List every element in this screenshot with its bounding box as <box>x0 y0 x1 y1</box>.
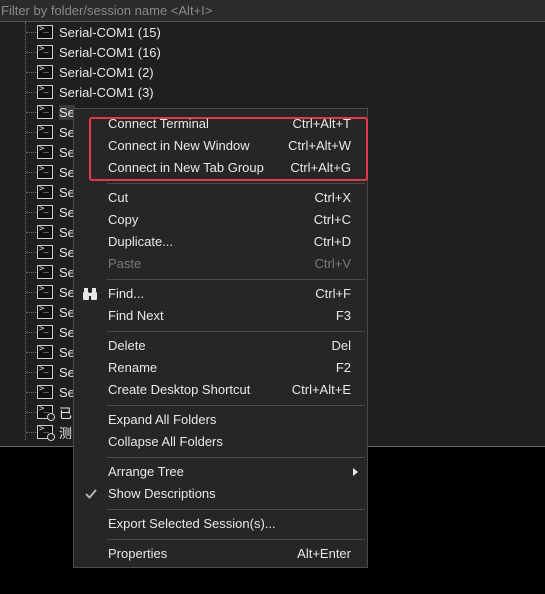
terminal-icon <box>37 184 53 199</box>
tree-item[interactable]: Se <box>26 262 75 282</box>
terminal-icon <box>37 64 53 79</box>
terminal-icon <box>37 344 53 359</box>
tree-item-selected[interactable]: Se <box>26 102 75 122</box>
terminal-icon <box>37 144 53 159</box>
submenu-arrow-icon <box>353 468 358 476</box>
menu-separator <box>107 539 365 540</box>
menu-item-show-descriptions[interactable]: Show Descriptions <box>74 484 367 504</box>
terminal-icon <box>37 324 53 339</box>
menu-item-arrange-tree[interactable]: Arrange Tree <box>74 462 367 482</box>
binoculars-icon <box>83 288 97 300</box>
tree-item[interactable]: Serial-COM1 (15) <box>26 22 161 42</box>
menu-separator <box>107 509 365 510</box>
tree-item[interactable]: Se <box>26 142 75 162</box>
terminal-settings-icon <box>37 404 55 421</box>
menu-separator <box>107 279 365 280</box>
checkmark-icon <box>85 489 97 499</box>
terminal-icon <box>37 364 53 379</box>
menu-separator <box>107 405 365 406</box>
tree-item[interactable]: Serial-COM1 (3) <box>26 82 154 102</box>
tree-item[interactable]: Se <box>26 222 75 242</box>
filter-input[interactable]: Filter by folder/session name <Alt+I> <box>0 0 545 22</box>
terminal-icon <box>37 84 53 99</box>
tree-item[interactable]: Se <box>26 282 75 302</box>
menu-item-create-desktop-shortcut[interactable]: Create Desktop Shortcut Ctrl+Alt+E <box>74 380 367 400</box>
tree-item[interactable]: Se <box>26 202 75 222</box>
terminal-icon <box>37 284 53 299</box>
menu-item-connect-new-window[interactable]: Connect in New Window Ctrl+Alt+W <box>74 136 367 156</box>
tree-item[interactable]: Se <box>26 382 75 402</box>
menu-item-cut[interactable]: Cut Ctrl+X <box>74 188 367 208</box>
menu-item-copy[interactable]: Copy Ctrl+C <box>74 210 367 230</box>
tree-item[interactable]: Se <box>26 182 75 202</box>
terminal-icon <box>37 24 53 39</box>
menu-item-rename[interactable]: Rename F2 <box>74 358 367 378</box>
terminal-icon <box>37 304 53 319</box>
tree-item[interactable]: Se <box>26 362 75 382</box>
menu-item-connect-terminal[interactable]: Connect Terminal Ctrl+Alt+T <box>74 114 367 134</box>
terminal-icon <box>37 164 53 179</box>
menu-item-collapse-all[interactable]: Collapse All Folders <box>74 432 367 452</box>
terminal-icon <box>37 204 53 219</box>
terminal-icon <box>37 384 53 399</box>
tree-item[interactable]: 测 <box>26 422 72 442</box>
terminal-icon <box>37 264 53 279</box>
menu-separator <box>107 183 365 184</box>
terminal-icon <box>37 104 53 119</box>
menu-item-connect-new-tab-group[interactable]: Connect in New Tab Group Ctrl+Alt+G <box>74 158 367 178</box>
menu-item-find[interactable]: Find... Ctrl+F <box>74 284 367 304</box>
tree-item[interactable]: Serial-COM1 (16) <box>26 42 161 62</box>
tree-item[interactable]: Serial-COM1 (2) <box>26 62 154 82</box>
terminal-settings-icon <box>37 424 55 441</box>
menu-item-delete[interactable]: Delete Del <box>74 336 367 356</box>
tree-item[interactable]: Se <box>26 242 75 262</box>
tree-item[interactable]: Se <box>26 162 75 182</box>
menu-separator <box>107 457 365 458</box>
tree-item[interactable]: 已 <box>26 402 72 422</box>
tree-item[interactable]: Se <box>26 122 75 142</box>
tree-item[interactable]: Se <box>26 302 75 322</box>
menu-item-export-selected[interactable]: Export Selected Session(s)... <box>74 514 367 534</box>
menu-item-duplicate[interactable]: Duplicate... Ctrl+D <box>74 232 367 252</box>
tree-item[interactable]: Se <box>26 322 75 342</box>
context-menu: Connect Terminal Ctrl+Alt+T Connect in Ne… <box>73 108 368 568</box>
menu-item-expand-all[interactable]: Expand All Folders <box>74 410 367 430</box>
menu-item-properties[interactable]: Properties Alt+Enter <box>74 544 367 564</box>
terminal-icon <box>37 44 53 59</box>
terminal-icon <box>37 244 53 259</box>
terminal-icon <box>37 124 53 139</box>
tree-item[interactable]: Se <box>26 342 75 362</box>
menu-item-find-next[interactable]: Find Next F3 <box>74 306 367 326</box>
terminal-icon <box>37 224 53 239</box>
menu-item-paste: Paste Ctrl+V <box>108 256 351 271</box>
menu-separator <box>107 331 365 332</box>
